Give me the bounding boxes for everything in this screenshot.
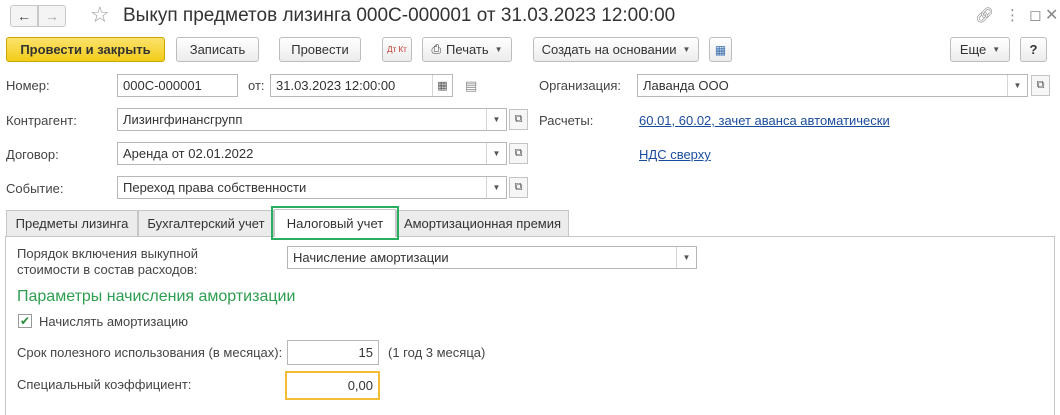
expense-order-label-line2: стоимости в состав расходов:: [17, 262, 198, 277]
open-counterparty-icon[interactable]: ⧉: [509, 109, 528, 130]
close-icon[interactable]: ✕: [1045, 7, 1058, 25]
create-based-on-button[interactable]: Создать на основании ▼: [533, 37, 699, 62]
chevron-down-icon[interactable]: ▼: [676, 247, 696, 268]
more-options-icon[interactable]: ⋮: [1005, 7, 1020, 25]
expense-order-value: Начисление амортизации: [293, 250, 449, 265]
chevron-down-icon: ▼: [992, 45, 1001, 54]
chevron-down-icon: ▼: [682, 45, 691, 54]
date-label: от:: [248, 78, 265, 93]
forward-button[interactable]: →: [38, 5, 66, 27]
post-and-close-button[interactable]: Провести и закрыть: [6, 37, 165, 62]
useful-life-value: 15: [358, 345, 373, 360]
more-button[interactable]: Еще ▼: [950, 37, 1010, 62]
accrue-depreciation-label: Начислять амортизацию: [39, 314, 189, 329]
print-label: Печать: [446, 42, 489, 57]
tab-depreciation-bonus[interactable]: Амортизационная премия: [396, 210, 569, 236]
special-coefficient-input[interactable]: 0,00: [285, 371, 380, 400]
print-button[interactable]: ⎙ Печать ▼: [422, 37, 512, 62]
chevron-down-icon: ▼: [494, 45, 503, 54]
contract-field[interactable]: Аренда от 02.01.2022 ▼: [117, 142, 507, 165]
settlements-link[interactable]: 60.01, 60.02, зачет аванса автоматически: [639, 113, 890, 129]
number-value: 000С-000001: [123, 78, 202, 93]
counterparty-value: Лизингфинансгрупп: [123, 112, 243, 127]
settlements-label: Расчеты:: [539, 113, 594, 128]
expense-order-select[interactable]: Начисление амортизации ▼: [287, 246, 697, 269]
title-bar: ← → ☆ Выкуп предметов лизинга 000С-00000…: [0, 0, 1060, 32]
create-based-label: Создать на основании: [541, 42, 677, 57]
number-field[interactable]: 000С-000001: [117, 74, 238, 97]
organization-label: Организация:: [539, 78, 622, 93]
event-value: Переход права собственности: [123, 180, 307, 195]
useful-life-hint: (1 год 3 месяца): [388, 345, 486, 360]
arrow-right-icon: →: [45, 8, 59, 24]
checkmark-icon: ✔: [19, 314, 31, 328]
comment-icon[interactable]: ▤: [465, 78, 477, 94]
open-organization-icon[interactable]: ⧉: [1031, 75, 1050, 96]
expense-order-label-line1: Порядок включения выкупной: [17, 246, 198, 261]
maximize-icon[interactable]: ◻: [1029, 7, 1041, 25]
accrue-depreciation-checkbox[interactable]: ✔: [18, 314, 32, 328]
contract-label: Договор:: [6, 147, 59, 162]
counterparty-label: Контрагент:: [6, 113, 77, 128]
useful-life-input[interactable]: 15: [287, 340, 379, 365]
depreciation-params-title: Параметры начисления амортизации: [17, 288, 296, 305]
structure-icon[interactable]: ▦: [709, 37, 732, 62]
tab-accounting[interactable]: Бухгалтерский учет: [138, 210, 274, 236]
number-label: Номер:: [6, 78, 50, 93]
post-button[interactable]: Провести: [279, 37, 361, 62]
save-button[interactable]: Записать: [176, 37, 259, 62]
printer-icon: ⎙: [431, 42, 442, 56]
more-label: Еще: [959, 42, 987, 57]
back-button[interactable]: ←: [10, 5, 38, 27]
contract-value: Аренда от 02.01.2022: [123, 146, 254, 161]
arrow-left-icon: ←: [17, 8, 31, 24]
useful-life-label: Срок полезного использования (в месяцах)…: [17, 345, 283, 360]
vat-link[interactable]: НДС сверху: [639, 147, 711, 163]
open-event-icon[interactable]: ⧉: [509, 177, 528, 198]
organization-field[interactable]: Лаванда ООО ▼: [637, 74, 1028, 97]
special-coefficient-label: Специальный коэффициент:: [17, 377, 192, 392]
active-tab-highlight: [271, 206, 399, 240]
chevron-down-icon[interactable]: ▼: [486, 143, 506, 164]
help-button[interactable]: ?: [1020, 37, 1047, 62]
tab-leasing-items[interactable]: Предметы лизинга: [6, 210, 138, 236]
chevron-down-icon[interactable]: ▼: [1007, 75, 1027, 96]
date-field[interactable]: 31.03.2023 12:00:00 ▦: [270, 74, 453, 97]
open-contract-icon[interactable]: ⧉: [509, 143, 528, 164]
favorite-star-icon[interactable]: ☆: [90, 2, 110, 28]
chevron-down-icon[interactable]: ▼: [486, 177, 506, 198]
date-value: 31.03.2023 12:00:00: [276, 78, 396, 93]
chevron-down-icon[interactable]: ▼: [486, 109, 506, 130]
organization-value: Лаванда ООО: [643, 78, 729, 93]
counterparty-field[interactable]: Лизингфинансгрупп ▼: [117, 108, 507, 131]
dt-kt-icon[interactable]: Дт Кт: [382, 37, 412, 62]
event-label: Событие:: [6, 181, 64, 196]
calendar-icon[interactable]: ▦: [432, 75, 452, 96]
event-field[interactable]: Переход права собственности ▼: [117, 176, 507, 199]
link-icon[interactable]: 🔗︎: [975, 7, 994, 25]
document-title: Выкуп предметов лизинга 000С-000001 от 3…: [123, 5, 676, 26]
special-coefficient-value: 0,00: [347, 378, 373, 393]
